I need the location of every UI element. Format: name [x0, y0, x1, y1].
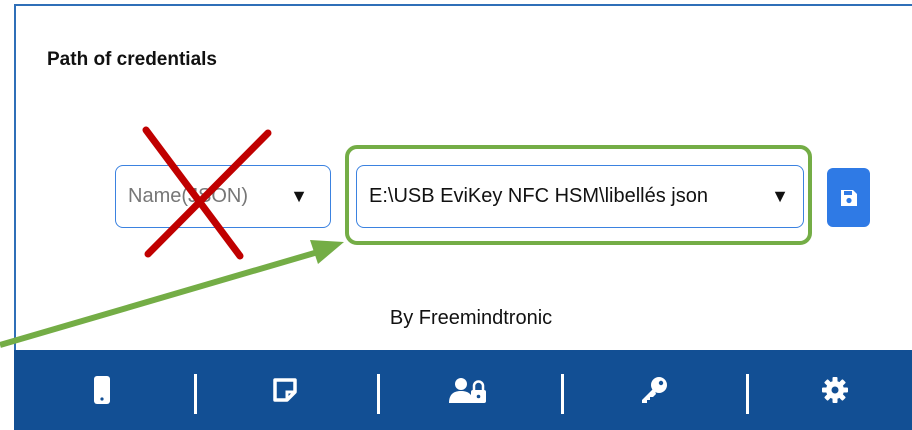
json-name-select[interactable]: Name(JSON) ▼ [115, 165, 331, 228]
nav-separator [194, 374, 197, 414]
json-name-placeholder: Name(JSON) [128, 185, 249, 207]
floppy-disk-icon [840, 189, 857, 206]
gear-icon [822, 377, 848, 403]
chevron-down-icon: ▼ [771, 186, 789, 206]
nav-separator [561, 374, 564, 414]
user-lock-icon [449, 378, 486, 403]
nav-settings[interactable] [805, 350, 865, 430]
credentials-path-select[interactable]: E:\USB EviKey NFC HSM\libellés json ▼ [356, 165, 804, 228]
credentials-path-value: E:\USB EviKey NFC HSM\libellés json [369, 185, 708, 207]
nav-phone[interactable] [72, 350, 132, 430]
nav-keys[interactable] [624, 350, 684, 430]
section-title: Path of credentials [47, 49, 217, 70]
chevron-down-icon: ▼ [290, 186, 308, 206]
nav-separator [377, 374, 380, 414]
note-icon [273, 378, 297, 402]
save-button[interactable] [827, 168, 870, 227]
nav-separator [746, 374, 749, 414]
byline-text: By Freemindtronic [389, 307, 553, 329]
phone-icon [94, 376, 110, 404]
nav-notes[interactable] [255, 350, 315, 430]
key-icon [642, 377, 667, 403]
bottom-navbar [14, 350, 912, 430]
nav-user-lock[interactable] [438, 350, 498, 430]
